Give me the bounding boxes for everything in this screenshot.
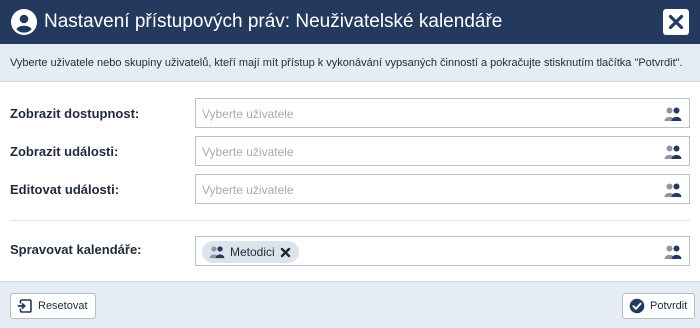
confirm-label: Potvrdit bbox=[650, 300, 688, 312]
dialog-titlebar: Nastavení přístupových práv: Neuživatels… bbox=[0, 0, 700, 44]
info-text: Vyberte uživatele nebo skupiny uživatelů… bbox=[10, 57, 683, 69]
chip-label: Metodici bbox=[230, 245, 275, 259]
remove-icon[interactable] bbox=[280, 247, 291, 258]
select-placeholder: Vyberte uživatele bbox=[202, 145, 294, 159]
reset-button[interactable]: Resetovat bbox=[10, 293, 96, 319]
confirm-button[interactable]: Potvrdit bbox=[622, 293, 696, 319]
users-icon[interactable] bbox=[664, 244, 682, 260]
user-circle-icon bbox=[11, 9, 37, 35]
user-select-editovat-udalosti[interactable]: Vyberte uživatele bbox=[195, 174, 690, 204]
row-label-spravovat-kalendare: Spravovat kalendáře: bbox=[10, 242, 142, 257]
select-placeholder: Vyberte uživatele bbox=[202, 183, 294, 197]
close-button[interactable] bbox=[663, 9, 689, 35]
dialog-footer: Resetovat Potvrdit bbox=[0, 281, 700, 328]
user-select-zobrazit-udalosti[interactable]: Vyberte uživatele bbox=[195, 136, 690, 166]
user-select-spravovat-kalendare[interactable]: Metodici bbox=[195, 236, 690, 266]
row-label-editovat-udalosti: Editovat události: bbox=[10, 182, 120, 197]
user-select-zobrazit-dostupnost[interactable]: Vyberte uživatele bbox=[195, 98, 690, 128]
users-icon[interactable] bbox=[664, 106, 682, 122]
check-circle-icon bbox=[629, 298, 645, 314]
reset-icon bbox=[17, 299, 32, 313]
reset-label: Resetovat bbox=[38, 300, 88, 312]
dialog-title: Nastavení přístupových práv: Neuživatels… bbox=[44, 11, 503, 32]
info-bar: Vyberte uživatele nebo skupiny uživatelů… bbox=[0, 44, 700, 82]
users-icon[interactable] bbox=[664, 182, 682, 198]
row-label-zobrazit-dostupnost: Zobrazit dostupnost: bbox=[10, 106, 140, 121]
users-icon[interactable] bbox=[664, 144, 682, 160]
selected-chip-metodici: Metodici bbox=[202, 241, 299, 263]
group-icon bbox=[209, 246, 225, 259]
select-placeholder: Vyberte uživatele bbox=[202, 107, 294, 121]
row-label-zobrazit-udalosti: Zobrazit události: bbox=[10, 144, 119, 159]
close-icon bbox=[668, 14, 684, 30]
section-divider bbox=[10, 220, 690, 221]
